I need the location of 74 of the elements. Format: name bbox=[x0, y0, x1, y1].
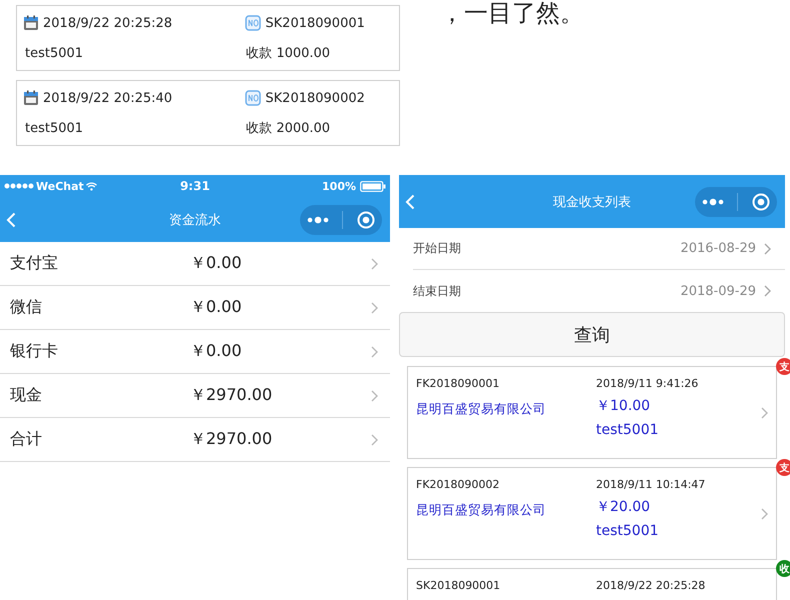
transaction-number: FK2018090002 bbox=[416, 478, 501, 491]
filter-label: 结束日期 bbox=[413, 282, 461, 300]
calendar-icon bbox=[23, 90, 39, 106]
receipt-user: test5001 bbox=[24, 46, 84, 60]
account-label: 微信 bbox=[10, 297, 43, 318]
wifi-icon bbox=[86, 182, 97, 190]
type-badge: 收 bbox=[776, 560, 790, 577]
transaction-amount: ￥10.00 bbox=[596, 397, 650, 415]
type-badge: 支 bbox=[776, 459, 790, 476]
transaction-user: test5001 bbox=[596, 422, 659, 438]
account-amount: ￥0.00 bbox=[190, 253, 243, 274]
receipt-date: 2018/9/22 20:25:28 bbox=[43, 16, 172, 30]
date-value: 2018-09-29 bbox=[680, 284, 756, 298]
date-picker-row[interactable]: 结束日期 2018-09-29 bbox=[413, 270, 785, 312]
signal-icon bbox=[4, 183, 34, 189]
transaction-number: FK2018090001 bbox=[416, 377, 501, 390]
chevron-icon bbox=[371, 434, 378, 446]
transaction-date: 2018/9/11 10:14:47 bbox=[596, 478, 706, 491]
fund-row[interactable]: 现金 ￥2970.00 bbox=[0, 374, 390, 418]
chevron-icon bbox=[761, 508, 768, 520]
account-label: 合计 bbox=[10, 429, 43, 450]
account-amount: ￥0.00 bbox=[190, 297, 243, 318]
page-title: 现金收支列表 bbox=[553, 194, 631, 210]
more-icon[interactable] bbox=[702, 198, 724, 206]
company-name: 昆明百盛贸易有限公司 bbox=[416, 401, 547, 418]
account-amount: ￥0.00 bbox=[190, 341, 243, 362]
back-icon[interactable] bbox=[6, 212, 16, 228]
receipt-amount: 收款 2000.00 bbox=[246, 120, 332, 137]
chevron-icon bbox=[764, 242, 771, 254]
receipt-user: test5001 bbox=[24, 120, 84, 136]
chevron-icon bbox=[761, 407, 768, 419]
chevron-icon bbox=[371, 390, 378, 402]
company-name: 昆明百盛贸易有限公司 bbox=[416, 502, 547, 519]
transaction-user: test5001 bbox=[596, 523, 659, 539]
transaction-amount: ￥20.00 bbox=[596, 498, 650, 516]
more-icon[interactable] bbox=[306, 216, 329, 224]
date-value: 2016-08-29 bbox=[680, 241, 756, 256]
chevron-icon bbox=[371, 346, 378, 358]
transaction-card[interactable]: FK2018090002 昆明百盛贸易有限公司 2018/9/11 10:14:47 ￥20.00 test5001 bbox=[407, 467, 777, 560]
fund-row[interactable]: 银行卡 ￥0.00 bbox=[0, 330, 390, 374]
transaction-card[interactable]: SK2018090001 2018/9/22 20:25:28 bbox=[407, 568, 777, 600]
number-icon bbox=[245, 15, 262, 31]
transaction-date: 2018/9/11 9:41:26 bbox=[596, 377, 700, 390]
receipt-amount: 收款 1000.00 bbox=[246, 45, 332, 62]
query-button[interactable]: 查询 bbox=[399, 312, 785, 357]
chevron-icon bbox=[764, 285, 771, 297]
fund-row[interactable]: 微信 ￥0.00 bbox=[0, 286, 390, 330]
battery-icon bbox=[360, 180, 386, 192]
caption-text: ，一目了然。 bbox=[440, 0, 584, 27]
receipt-date: 2018/9/22 20:25:40 bbox=[43, 90, 172, 106]
transaction-card[interactable]: FK2018090001 昆明百盛贸易有限公司 2018/9/11 9:41:26 ￥10.00 test5001 bbox=[407, 366, 777, 459]
page-title: 资金流水 bbox=[169, 212, 221, 228]
back-icon[interactable] bbox=[405, 194, 415, 210]
chevron-icon bbox=[371, 302, 378, 314]
calendar-icon bbox=[23, 15, 39, 31]
filter-label: 开始日期 bbox=[413, 240, 461, 257]
account-label: 支付宝 bbox=[10, 253, 59, 274]
account-amount: ￥2970.00 bbox=[190, 429, 274, 450]
account-label: 银行卡 bbox=[10, 341, 59, 362]
fund-row[interactable]: 合计 ￥2970.00 bbox=[0, 418, 390, 462]
battery-percent: 100% bbox=[322, 180, 356, 192]
number-icon bbox=[245, 90, 262, 106]
date-picker-row[interactable]: 开始日期 2016-08-29 bbox=[413, 228, 785, 270]
transaction-date: 2018/9/22 20:25:28 bbox=[596, 579, 706, 592]
carrier-name: WeChat bbox=[36, 180, 84, 192]
receipt-number: SK2018090001 bbox=[265, 16, 365, 30]
transaction-number: SK2018090001 bbox=[416, 579, 502, 592]
chevron-icon bbox=[371, 258, 378, 270]
status-time: 9:31 bbox=[180, 179, 210, 193]
fund-row[interactable]: 支付宝 ￥0.00 bbox=[0, 242, 390, 286]
receipt-number: SK2018090002 bbox=[265, 90, 365, 106]
type-badge: 支 bbox=[776, 358, 790, 375]
account-label: 现金 bbox=[10, 385, 43, 406]
account-amount: ￥2970.00 bbox=[190, 385, 274, 406]
